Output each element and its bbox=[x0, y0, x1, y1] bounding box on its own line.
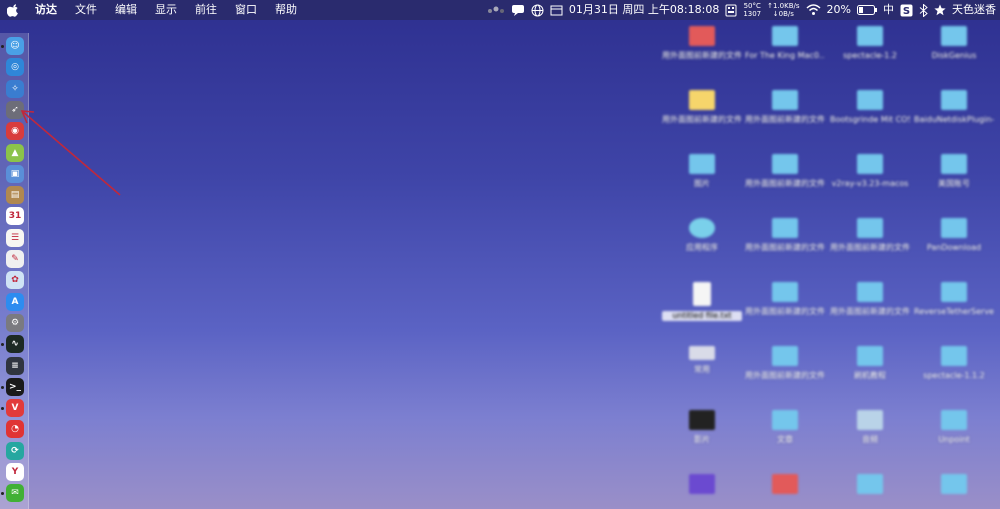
red-annotation-arrow bbox=[20, 110, 121, 196]
